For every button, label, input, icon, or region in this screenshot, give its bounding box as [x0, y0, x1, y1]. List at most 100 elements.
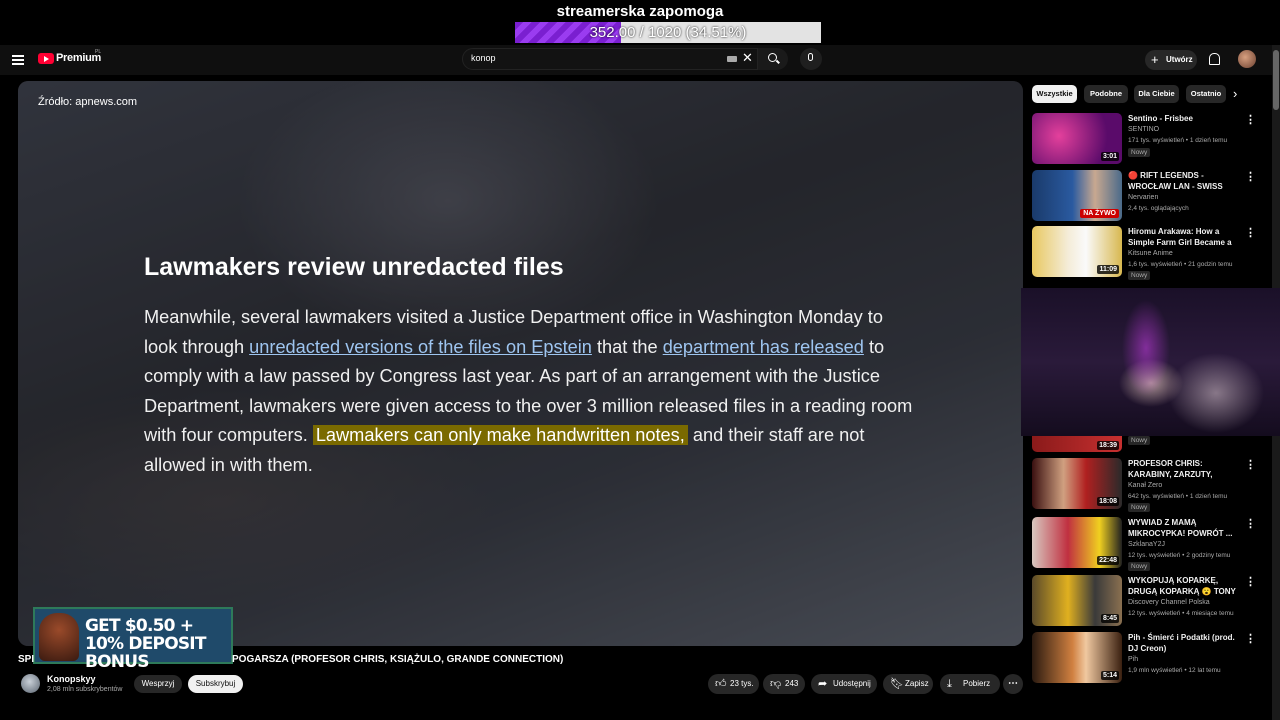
more-options-icon[interactable]: ⋮ [1245, 575, 1256, 588]
video-thumbnail[interactable]: 8:45 [1032, 575, 1122, 626]
share-button[interactable]: ➦ Udostępnij [811, 674, 877, 694]
duration-badge: 5:14 [1100, 671, 1119, 680]
sidebar-video-item[interactable]: 5:14 Pih - Śmierć i Podatki (prod. DJ Cr… [1032, 632, 1257, 686]
video-title[interactable]: 🔴 RIFT LEGENDS - WROCŁAW LAN - SWISS STA… [1128, 170, 1242, 192]
search-value[interactable]: konop [471, 53, 496, 63]
duration-badge: 8:45 [1100, 614, 1119, 623]
video-title[interactable]: Pih - Śmierć i Podatki (prod. DJ Creon) [1128, 632, 1242, 654]
chip-all[interactable]: Wszystkie [1032, 85, 1077, 103]
new-badge: Nowy [1128, 503, 1151, 512]
download-icon: ⤓ [947, 678, 952, 690]
video-meta: 2,4 tys. oglądających [1128, 205, 1189, 212]
notifications-bell-icon[interactable] [1209, 53, 1220, 65]
thumbs-up-icon: 👍︎ [715, 678, 727, 690]
share-icon: ➦ [818, 678, 828, 690]
goal-progress-text: 352.00 / 1020 (34.51%) [589, 24, 747, 41]
duration-badge: 3:01 [1100, 152, 1119, 161]
more-options-icon[interactable]: ⋮ [1245, 458, 1256, 471]
video-title[interactable]: PROFESOR CHRIS: KARABINY, ZARZUTY, ZNALE… [1128, 458, 1242, 480]
video-title-prefix: SPI [18, 654, 35, 665]
more-options-icon[interactable]: ⋮ [1245, 113, 1256, 126]
scrollbar-thumb[interactable] [1273, 50, 1279, 110]
sidebar-video-item[interactable]: 11:09 Hiromu Arakawa: How a Simple Farm … [1032, 226, 1257, 280]
logo-region: PL [95, 49, 102, 55]
article-link-department[interactable]: department has released [663, 337, 864, 357]
article-link-unredacted[interactable]: unredacted versions of the files on Epst… [249, 337, 592, 357]
save-label: Zapisz [905, 679, 929, 688]
duration-badge: 18:39 [1097, 441, 1119, 450]
sidebar-video-item[interactable]: NA ŻYWO 🔴 RIFT LEGENDS - WROCŁAW LAN - S… [1032, 170, 1257, 224]
sidebar-video-item[interactable]: 3:01 Sentino - Frisbee SENTINO 171 tys. … [1032, 113, 1257, 167]
stream-goal-overlay: streamerska zapomoga 352.00 / 1020 (34.5… [0, 0, 1280, 45]
streamer-webcam [1021, 288, 1280, 436]
channel-name[interactable]: Nervarien [1128, 194, 1158, 201]
duration-badge: 22:48 [1097, 556, 1119, 565]
duration-badge: 18:08 [1097, 497, 1119, 506]
channel-name[interactable]: Konopskyy [47, 674, 96, 684]
sidebar-video-item[interactable]: 22:48 WYWIAD Z MAMĄ MIKROCYPKA! POWRÓT .… [1032, 517, 1257, 571]
new-badge: Nowy [1128, 148, 1151, 157]
video-title: POGARSZA (PROFESOR CHRIS, KSIĄŻULO, GRAN… [232, 654, 564, 665]
subscribe-button[interactable]: Subskrybuj [188, 675, 243, 693]
chip-related[interactable]: Podobne [1084, 85, 1128, 103]
search-button[interactable] [758, 48, 788, 70]
sidebar-video-item[interactable]: 8:45 WYKOPUJĄ KOPARKĘ, DRUGĄ KOPARKĄ 😮 T… [1032, 575, 1257, 629]
video-meta: 12 tys. wyświetleń • 4 miesiące temu [1128, 610, 1234, 617]
more-options-icon[interactable]: ⋮ [1245, 632, 1256, 645]
video-thumbnail[interactable]: 18:39 [1032, 436, 1122, 452]
menu-icon[interactable] [12, 55, 24, 65]
video-thumbnail[interactable]: 11:09 [1032, 226, 1122, 277]
user-avatar[interactable] [1238, 50, 1256, 68]
support-button[interactable]: Wesprzyj [134, 675, 182, 693]
video-title[interactable]: Sentino - Frisbee [1128, 113, 1242, 124]
create-button[interactable]: + Utwórz [1145, 50, 1197, 70]
goal-title: streamerska zapomoga [556, 3, 724, 20]
sidebar-video-item[interactable]: 18:08 PROFESOR CHRIS: KARABINY, ZARZUTY,… [1032, 458, 1257, 512]
video-thumbnail[interactable]: 18:08 [1032, 458, 1122, 509]
save-button[interactable]: 🔖︎ Zapisz [883, 674, 933, 694]
video-thumbnail[interactable]: 22:48 [1032, 517, 1122, 568]
channel-avatar[interactable] [21, 674, 40, 693]
ad-banner[interactable]: GET $0.50 + 10% DEPOSIT BONUS [33, 607, 233, 671]
live-badge: NA ŻYWO [1080, 209, 1119, 218]
more-actions-button[interactable]: ⋯ [1003, 674, 1023, 694]
more-options-icon[interactable]: ⋮ [1245, 170, 1256, 183]
video-meta: 1,6 tys. wyświetleń • 21 godzin temu [1128, 261, 1233, 268]
source-label: Źródło: apnews.com [38, 96, 138, 108]
video-title[interactable]: Hiromu Arakawa: How a Simple Farm Girl B… [1128, 226, 1242, 248]
search-input[interactable]: konop ✕ [462, 48, 758, 70]
youtube-logo-icon[interactable] [38, 53, 54, 64]
share-label: Udostępnij [833, 679, 871, 688]
more-options-icon[interactable]: ⋮ [1245, 226, 1256, 239]
like-count: 23 tys. [730, 679, 754, 688]
dislike-button[interactable]: 👎︎ 243 [763, 674, 805, 694]
video-meta: 1,9 mln wyświetleń • 12 lat temu [1128, 667, 1221, 674]
video-thumbnail[interactable]: 3:01 [1032, 113, 1122, 164]
channel-name[interactable]: Kitsune Anime [1128, 250, 1173, 257]
microphone-icon [808, 53, 813, 61]
channel-name[interactable]: SENTINO [1128, 126, 1159, 133]
chip-recent[interactable]: Ostatnio [1186, 85, 1226, 103]
goal-progress-bar: 352.00 / 1020 (34.51%) [515, 22, 821, 43]
download-button[interactable]: ⤓ Pobierz [940, 674, 1000, 694]
like-button[interactable]: 👍︎ 23 tys. [708, 674, 759, 694]
top-bar: Premium PL konop ✕ + Utwórz [0, 45, 1272, 75]
video-thumbnail[interactable]: NA ŻYWO [1032, 170, 1122, 221]
voice-search-button[interactable] [800, 48, 822, 70]
channel-name[interactable]: SzklanaY2J [1128, 541, 1165, 548]
clear-search-icon[interactable]: ✕ [742, 50, 753, 66]
video-meta: 642 tys. wyświetleń • 1 dzień temu [1128, 493, 1228, 500]
video-player[interactable]: Źródło: apnews.com Lawmakers review unre… [18, 81, 1023, 646]
more-options-icon[interactable]: ⋮ [1245, 517, 1256, 530]
video-title[interactable]: WYKOPUJĄ KOPARKĘ, DRUGĄ KOPARKĄ 😮 TONY W… [1128, 575, 1242, 597]
keyboard-icon[interactable] [727, 56, 737, 62]
video-title[interactable]: WYWIAD Z MAMĄ MIKROCYPKA! POWRÓT ... [1128, 517, 1242, 539]
chevron-right-icon[interactable]: › [1233, 86, 1237, 101]
video-thumbnail[interactable]: 5:14 [1032, 632, 1122, 683]
channel-name[interactable]: Discovery Channel Polska [1128, 599, 1210, 606]
channel-name[interactable]: Pih [1128, 656, 1138, 663]
video-meta: 171 tys. wyświetleń • 1 dzień temu [1128, 137, 1228, 144]
chip-for-you[interactable]: Dla Ciebie [1134, 85, 1179, 103]
channel-name[interactable]: Kanał Zero [1128, 482, 1162, 489]
sidebar-video-item[interactable]: 18:39 Nowy [1032, 436, 1257, 454]
